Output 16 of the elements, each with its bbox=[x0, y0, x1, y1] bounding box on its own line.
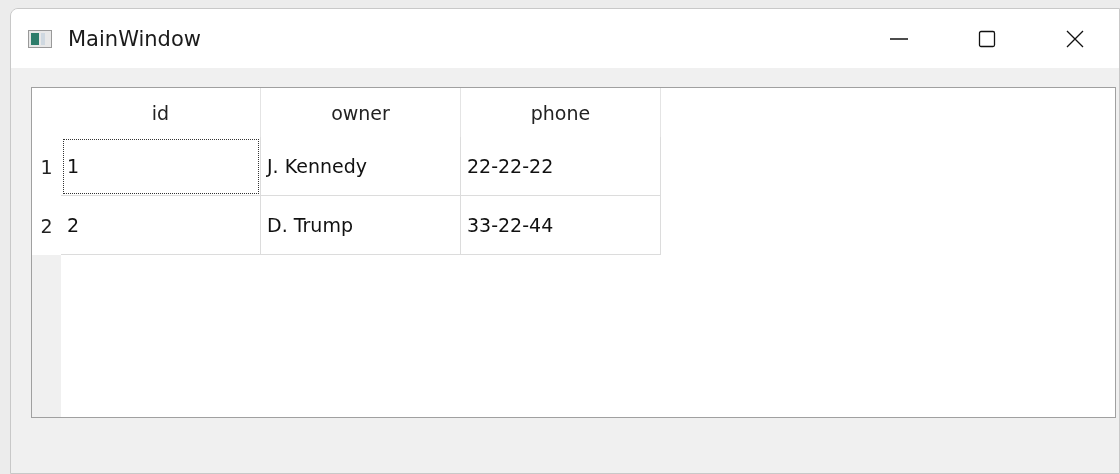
table-cell[interactable]: 33-22-44 bbox=[461, 196, 661, 255]
table-cell[interactable]: D. Trump bbox=[261, 196, 461, 255]
column-header[interactable]: id bbox=[61, 88, 261, 137]
table-cell[interactable]: 1 bbox=[61, 137, 261, 196]
row-header[interactable]: 2 bbox=[32, 196, 61, 255]
window-title: MainWindow bbox=[68, 26, 201, 51]
table-cell[interactable]: 22-22-22 bbox=[461, 137, 661, 196]
row-header[interactable]: 1 bbox=[32, 137, 61, 196]
close-icon bbox=[1065, 28, 1085, 49]
maximize-icon bbox=[977, 28, 997, 49]
column-header[interactable]: owner bbox=[261, 88, 461, 137]
app-icon bbox=[28, 29, 52, 48]
column-header[interactable]: phone bbox=[461, 88, 661, 137]
minimize-icon bbox=[889, 37, 909, 40]
table-cell[interactable]: J. Kennedy bbox=[261, 137, 461, 196]
table-cell[interactable]: 2 bbox=[61, 196, 261, 255]
